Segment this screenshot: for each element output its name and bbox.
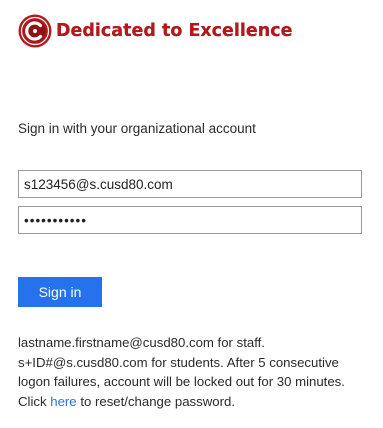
brand-title: Dedicated to Excellence (56, 21, 293, 41)
district-seal-icon (18, 14, 52, 48)
brand-header: Dedicated to Excellence (18, 14, 293, 48)
email-field[interactable] (18, 170, 362, 198)
sign-in-page: Dedicated to Excellence Sign in with you… (0, 0, 383, 428)
sign-in-prompt: Sign in with your organizational account (18, 121, 256, 136)
password-field[interactable] (18, 206, 362, 234)
sign-in-button[interactable]: Sign in (18, 277, 102, 307)
reset-password-link[interactable]: here (50, 394, 76, 409)
help-text-end: to reset/change password. (76, 393, 235, 409)
sign-in-help-text: lastname.firstname@cusd80.com for staff.… (18, 333, 374, 411)
